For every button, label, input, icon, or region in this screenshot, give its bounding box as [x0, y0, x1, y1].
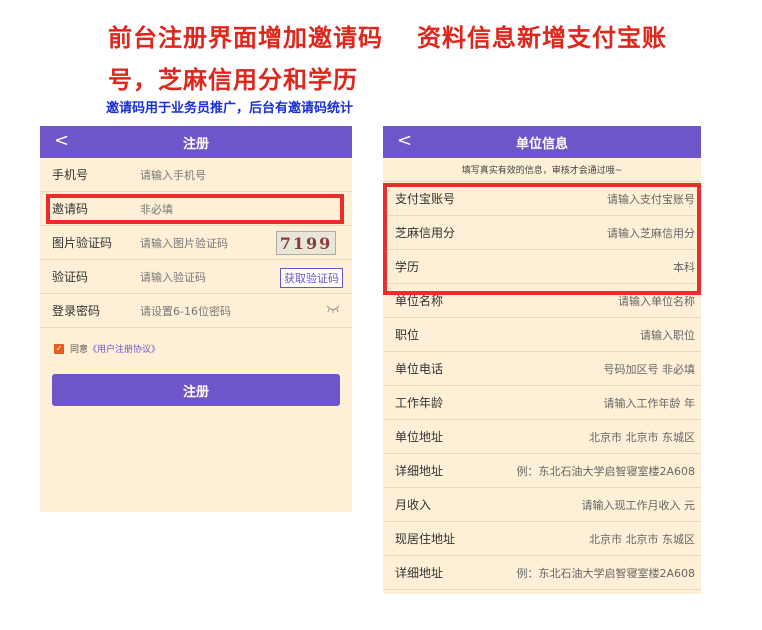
unit-row[interactable]: 详细地址 例：东北石油大学启智寝室楼2A608: [383, 556, 701, 590]
eye-closed-icon[interactable]: [326, 305, 340, 316]
unit-row-label: 月收入: [395, 498, 432, 512]
unit-row-input[interactable]: 例：东北石油大学启智寝室楼2A608: [516, 463, 695, 479]
register-title: 注册: [182, 136, 209, 152]
unit-row[interactable]: 单位地址 北京市 北京市 东城区: [383, 420, 701, 454]
unit-row[interactable]: 工作年龄 请输入工作年龄 年: [383, 386, 701, 420]
agreement-link[interactable]: 《用户注册协议》: [88, 342, 160, 355]
register-screen: < 注册 手机号 请输入手机号 邀请码 非必填 图片验证码 请输入图片验证码 7…: [40, 126, 352, 512]
phone-input[interactable]: 请输入手机号: [140, 167, 206, 183]
headline-left: 前台注册界面增加邀请码: [108, 23, 383, 52]
unit-row-label: 芝麻信用分: [395, 226, 456, 240]
unit-title: 单位信息: [515, 136, 568, 152]
unit-row-label: 学历: [395, 260, 420, 274]
unit-row[interactable]: 月收入 请输入现工作月收入 元: [383, 488, 701, 522]
password-field[interactable]: 登录密码 请设置6-16位密码: [40, 294, 352, 328]
agreement: ✓ 同意 《用户注册协议》: [54, 342, 160, 355]
unit-row-input[interactable]: 请输入现工作月收入 元: [582, 497, 696, 513]
headline-line1: 前台注册界面增加邀请码 资料信息新增支付宝账: [108, 18, 667, 53]
unit-row[interactable]: 学历 本科: [383, 250, 701, 284]
unit-row-input[interactable]: 北京市 北京市 东城区: [589, 531, 695, 547]
headline-right: 资料信息新增支付宝账: [417, 23, 667, 52]
unit-row[interactable]: 职位 请输入职位: [383, 318, 701, 352]
password-input[interactable]: 请设置6-16位密码: [140, 303, 231, 319]
unit-row-label: 单位地址: [395, 430, 444, 444]
unit-row-label: 职位: [395, 328, 420, 342]
unit-row[interactable]: 现居住地址 北京市 北京市 东城区: [383, 522, 701, 556]
image-code-field[interactable]: 图片验证码 请输入图片验证码 7199: [40, 226, 352, 260]
invite-label: 邀请码: [52, 202, 89, 216]
back-icon[interactable]: <: [397, 130, 412, 151]
sms-code-label: 验证码: [52, 270, 89, 284]
invite-input[interactable]: 非必填: [140, 201, 173, 217]
checkbox-checked-icon[interactable]: ✓: [54, 343, 64, 354]
unit-row-input[interactable]: 请输入职位: [640, 327, 695, 343]
unit-row-input[interactable]: 本科: [673, 259, 695, 275]
get-code-button[interactable]: 获取验证码: [280, 268, 343, 288]
sms-code-input[interactable]: 请输入验证码: [140, 269, 206, 285]
invite-field[interactable]: 邀请码 非必填: [40, 192, 352, 226]
unit-row-label: 单位电话: [395, 362, 444, 376]
unit-row[interactable]: 支付宝账号 请输入支付宝账号: [383, 182, 701, 216]
back-icon[interactable]: <: [54, 130, 69, 151]
phone-label: 手机号: [52, 168, 89, 182]
unit-row-input[interactable]: 请输入芝麻信用分: [607, 225, 695, 241]
unit-row-label: 详细地址: [395, 566, 444, 580]
unit-row-input[interactable]: 北京市 北京市 东城区: [589, 429, 695, 445]
unit-row-label: 详细地址: [395, 464, 444, 478]
unit-info-screen: < 单位信息 填写真实有效的信息，审核才会通过哦~ 支付宝账号 请输入支付宝账号芝…: [383, 126, 701, 594]
unit-row-label: 单位名称: [395, 294, 444, 308]
unit-row-input[interactable]: 请输入支付宝账号: [607, 191, 695, 207]
agree-prefix: 同意: [70, 345, 89, 355]
unit-row-input[interactable]: 号码加区号 非必填: [604, 361, 696, 377]
register-button[interactable]: 注册: [52, 374, 340, 406]
subline: 邀请码用于业务员推广，后台有邀请码统计: [106, 101, 354, 116]
unit-form: 支付宝账号 请输入支付宝账号芝麻信用分 请输入芝麻信用分学历 本科单位名称 请输入单位名…: [383, 182, 701, 590]
unit-row-label: 工作年龄: [395, 396, 444, 410]
headline-line2: 号，芝麻信用分和学历: [108, 65, 358, 94]
unit-row[interactable]: 芝麻信用分 请输入芝麻信用分: [383, 216, 701, 250]
notice-text: 填写真实有效的信息，审核才会通过哦~: [383, 158, 701, 182]
image-code-label: 图片验证码: [52, 236, 113, 250]
unit-row[interactable]: 单位名称 请输入单位名称: [383, 284, 701, 318]
unit-row-input[interactable]: 请输入单位名称: [618, 293, 695, 309]
phone-field[interactable]: 手机号 请输入手机号: [40, 158, 352, 192]
captcha-image[interactable]: 7199: [276, 231, 336, 255]
sms-code-field[interactable]: 验证码 请输入验证码 获取验证码: [40, 260, 352, 294]
unit-header: < 单位信息: [383, 126, 701, 158]
unit-row[interactable]: 单位电话 号码加区号 非必填: [383, 352, 701, 386]
password-label: 登录密码: [52, 304, 101, 318]
unit-row-label: 现居住地址: [395, 532, 456, 546]
unit-row-input[interactable]: 请输入工作年龄 年: [604, 395, 696, 411]
image-code-input[interactable]: 请输入图片验证码: [140, 235, 228, 251]
register-header: < 注册: [40, 126, 352, 158]
unit-row-label: 支付宝账号: [395, 192, 456, 206]
unit-row[interactable]: 详细地址 例：东北石油大学启智寝室楼2A608: [383, 454, 701, 488]
unit-row-input[interactable]: 例：东北石油大学启智寝室楼2A608: [516, 565, 695, 581]
